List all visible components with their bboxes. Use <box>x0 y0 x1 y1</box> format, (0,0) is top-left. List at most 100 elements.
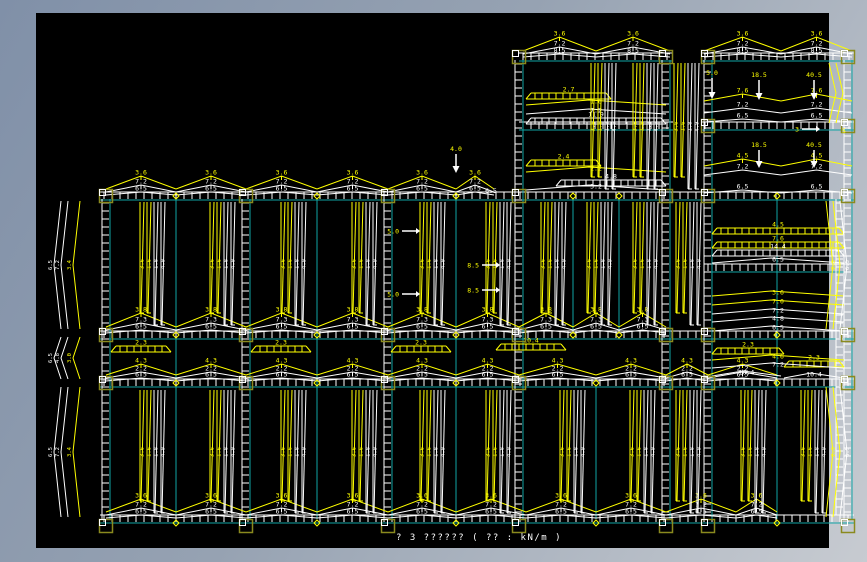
svg-text:4.9: 4.9 <box>612 122 618 132</box>
svg-text:6.5: 6.5 <box>205 371 217 379</box>
svg-text:6.5: 6.5 <box>347 508 359 516</box>
svg-text:1.8: 1.8 <box>224 447 230 457</box>
svg-text:4.9: 4.9 <box>161 447 167 457</box>
svg-text:6.5: 6.5 <box>347 371 359 379</box>
svg-text:3.6: 3.6 <box>352 259 358 269</box>
svg-text:1.6: 1.6 <box>359 259 365 269</box>
svg-text:4.9: 4.9 <box>697 447 703 457</box>
svg-text:3.6: 3.6 <box>811 30 823 38</box>
svg-text:8.5: 8.5 <box>811 47 823 55</box>
svg-text:6.5: 6.5 <box>555 508 567 516</box>
svg-text:40.5: 40.5 <box>806 71 822 79</box>
svg-text:1.8: 1.8 <box>574 447 580 457</box>
drawing-canvas[interactable]: 3.6 3.6 3.6 3.6 3.6 3.6 7.2 7.2 7.2 7.2 7.2 7.2 6.5 6… <box>36 13 856 548</box>
svg-text:7.6: 7.6 <box>737 87 749 95</box>
svg-text:4.9: 4.9 <box>507 259 513 269</box>
svg-text:2.3: 2.3 <box>275 339 287 347</box>
svg-text:3.6: 3.6 <box>591 122 597 132</box>
svg-text:2.4: 2.4 <box>558 153 570 161</box>
svg-text:8.5: 8.5 <box>627 47 639 55</box>
svg-text:4.9: 4.9 <box>507 447 513 457</box>
svg-text:6.5: 6.5 <box>48 353 54 363</box>
svg-text:6.5: 6.5 <box>737 112 749 120</box>
svg-text:6.5: 6.5 <box>135 185 147 193</box>
svg-text:4.6: 4.6 <box>772 353 784 361</box>
svg-text:1.6: 1.6 <box>598 122 604 132</box>
svg-text:1.6: 1.6 <box>640 259 646 269</box>
svg-text:8.5: 8.5 <box>554 47 566 55</box>
svg-text:1.6: 1.6 <box>683 259 689 269</box>
svg-text:3.6: 3.6 <box>741 447 747 457</box>
svg-text:3.6: 3.6 <box>416 169 428 177</box>
svg-text:4.9: 4.9 <box>161 259 167 269</box>
svg-text:1.8: 1.8 <box>690 259 696 269</box>
svg-text:4.9: 4.9 <box>373 259 379 269</box>
svg-text:3.6: 3.6 <box>486 447 492 457</box>
svg-text:3.6: 3.6 <box>633 259 639 269</box>
svg-text:5.0: 5.0 <box>706 69 718 77</box>
svg-text:6.5: 6.5 <box>276 185 288 193</box>
svg-text:6.5: 6.5 <box>135 323 147 331</box>
svg-text:1.6: 1.6 <box>427 447 433 457</box>
svg-text:3.4: 3.4 <box>67 446 73 457</box>
svg-text:1.6: 1.6 <box>493 447 499 457</box>
svg-text:3.6: 3.6 <box>486 259 492 269</box>
svg-text:6.5: 6.5 <box>485 187 497 195</box>
svg-text:4.5: 4.5 <box>811 152 823 160</box>
svg-text:2.3: 2.3 <box>831 260 837 270</box>
svg-text:4.9: 4.9 <box>581 447 587 457</box>
svg-text:4.5: 4.5 <box>737 152 749 160</box>
svg-text:6.5: 6.5 <box>811 112 823 120</box>
svg-text:3.6: 3.6 <box>469 169 481 177</box>
svg-text:3.6: 3.6 <box>281 259 287 269</box>
svg-text:4.8: 4.8 <box>55 353 61 363</box>
load-envelope-hump: 3.6 3.6 3.6 3.6 3.6 3.67.2 7.2 7.2 7.2 7.2 7.26.5 6… <box>105 30 853 519</box>
svg-text:4.9: 4.9 <box>697 259 703 269</box>
svg-text:4.9: 4.9 <box>441 259 447 269</box>
svg-text:3.6: 3.6 <box>801 447 807 457</box>
svg-text:1.6: 1.6 <box>147 259 153 269</box>
svg-text:6.5: 6.5 <box>276 323 288 331</box>
svg-text:1.8: 1.8 <box>647 122 653 132</box>
svg-text:3.6: 3.6 <box>140 259 146 269</box>
svg-text:6.5: 6.5 <box>485 508 497 516</box>
svg-text:1.6: 1.6 <box>637 447 643 457</box>
svg-text:1.6: 1.6 <box>594 259 600 269</box>
svg-text:6.5: 6.5 <box>590 323 602 331</box>
svg-text:3.6: 3.6 <box>352 447 358 457</box>
svg-text:1.8: 1.8 <box>688 122 694 132</box>
svg-text:3.6: 3.6 <box>587 259 593 269</box>
svg-text:6.5: 6.5 <box>552 371 564 379</box>
svg-text:6.5: 6.5 <box>811 183 823 191</box>
svg-text:1.6: 1.6 <box>288 447 294 457</box>
svg-text:7.2: 7.2 <box>55 260 61 270</box>
svg-text:14.4: 14.4 <box>770 243 786 251</box>
svg-text:1.8: 1.8 <box>154 259 160 269</box>
svg-text:1.8: 1.8 <box>224 259 230 269</box>
svg-text:6.5: 6.5 <box>681 371 693 379</box>
svg-text:1.8: 1.8 <box>601 259 607 269</box>
svg-text:2.3: 2.3 <box>415 339 427 347</box>
svg-text:7.2: 7.2 <box>772 307 784 315</box>
svg-text:1.8: 1.8 <box>690 447 696 457</box>
svg-text:3.6: 3.6 <box>205 169 217 177</box>
svg-text:5.0: 5.0 <box>387 228 399 236</box>
svg-text:3.6: 3.6 <box>560 447 566 457</box>
svg-text:3.6: 3.6 <box>140 447 146 457</box>
svg-text:1.8: 1.8 <box>366 259 372 269</box>
svg-text:1.6: 1.6 <box>217 259 223 269</box>
svg-text:4.3: 4.3 <box>552 357 564 365</box>
svg-text:4.3: 4.3 <box>276 357 288 365</box>
svg-text:1.8: 1.8 <box>366 447 372 457</box>
svg-text:18.5: 18.5 <box>751 71 767 79</box>
svg-text:7.2: 7.2 <box>811 101 823 109</box>
svg-text:3: 3 <box>795 126 799 134</box>
cad-window: 3.6 3.6 3.6 3.6 3.6 3.6 7.2 7.2 7.2 7.2 7.2 7.2 6.5 6… <box>0 0 867 562</box>
svg-text:1.6: 1.6 <box>748 447 754 457</box>
svg-text:1.8: 1.8 <box>647 259 653 269</box>
svg-text:6.5: 6.5 <box>276 371 288 379</box>
svg-text:1.8: 1.8 <box>434 259 440 269</box>
svg-text:1.6: 1.6 <box>359 447 365 457</box>
svg-text:6.5: 6.5 <box>772 324 784 332</box>
svg-text:7.2: 7.2 <box>737 163 749 171</box>
